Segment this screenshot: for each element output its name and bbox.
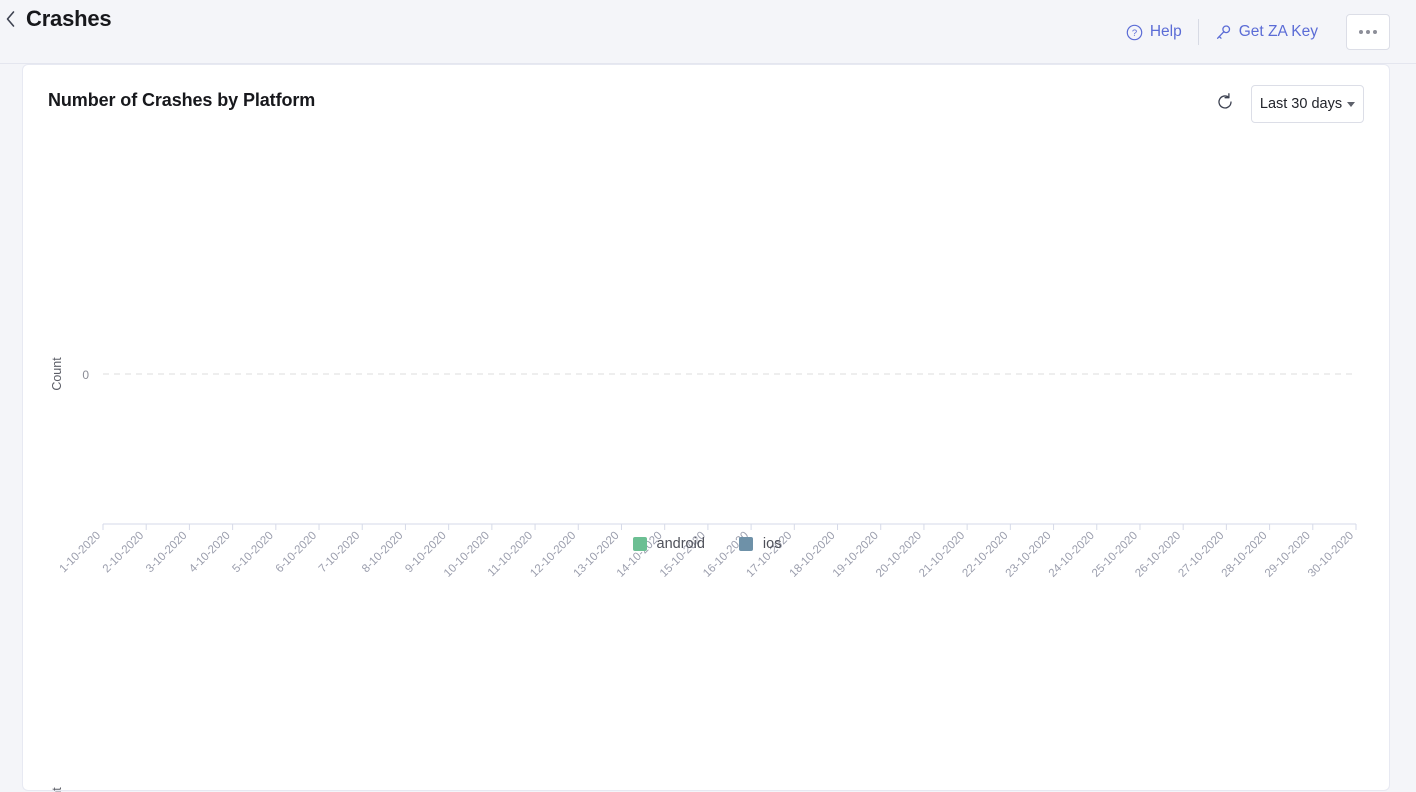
- key-icon: [1215, 24, 1232, 41]
- top-bar: Crashes ? Help Get ZA Key: [0, 0, 1416, 64]
- help-button[interactable]: ? Help: [1112, 17, 1196, 47]
- legend-swatch-android: [633, 537, 647, 551]
- top-bar-actions: ? Help Get ZA Key: [1112, 14, 1390, 50]
- refresh-icon[interactable]: [1215, 92, 1239, 116]
- help-label: Help: [1150, 23, 1182, 41]
- chevron-down-icon: [1347, 102, 1355, 107]
- y-axis-title: Count: [50, 787, 64, 792]
- question-circle-icon: ?: [1126, 24, 1143, 41]
- svg-text:?: ?: [1132, 28, 1137, 39]
- legend-swatch-ios: [739, 537, 753, 551]
- action-divider: [1198, 19, 1199, 45]
- chart-legend: android ios: [23, 536, 1391, 552]
- chart-secondary-crashes: Count0: [23, 701, 1391, 792]
- legend-item-ios[interactable]: ios: [739, 536, 782, 552]
- get-za-key-button[interactable]: Get ZA Key: [1201, 17, 1332, 47]
- legend-label-ios: ios: [763, 536, 782, 552]
- chart-2-canvas: Count0: [23, 701, 1391, 792]
- chevron-left-icon[interactable]: [0, 6, 20, 32]
- y-axis-title: Count: [50, 357, 64, 391]
- chart-platform-crashes: Count01-10-20202-10-20203-10-20204-10-20…: [23, 137, 1391, 607]
- legend-item-android[interactable]: android: [633, 536, 705, 552]
- get-za-key-label: Get ZA Key: [1239, 23, 1318, 41]
- date-range-value: Last 30 days: [1260, 96, 1342, 112]
- card-title: Number of Crashes by Platform: [48, 90, 315, 111]
- legend-label-android: android: [657, 536, 705, 552]
- y-tick-label: 0: [82, 368, 89, 382]
- page-title: Crashes: [26, 6, 111, 32]
- ellipsis-icon: [1359, 30, 1377, 34]
- crashes-chart-card: Number of Crashes by Platform Last 30 da…: [22, 64, 1390, 791]
- breadcrumb: Crashes: [0, 6, 111, 32]
- date-range-select[interactable]: Last 30 days: [1251, 85, 1364, 123]
- card-header: Number of Crashes by Platform Last 30 da…: [23, 65, 1389, 137]
- overflow-menu-button[interactable]: [1346, 14, 1390, 50]
